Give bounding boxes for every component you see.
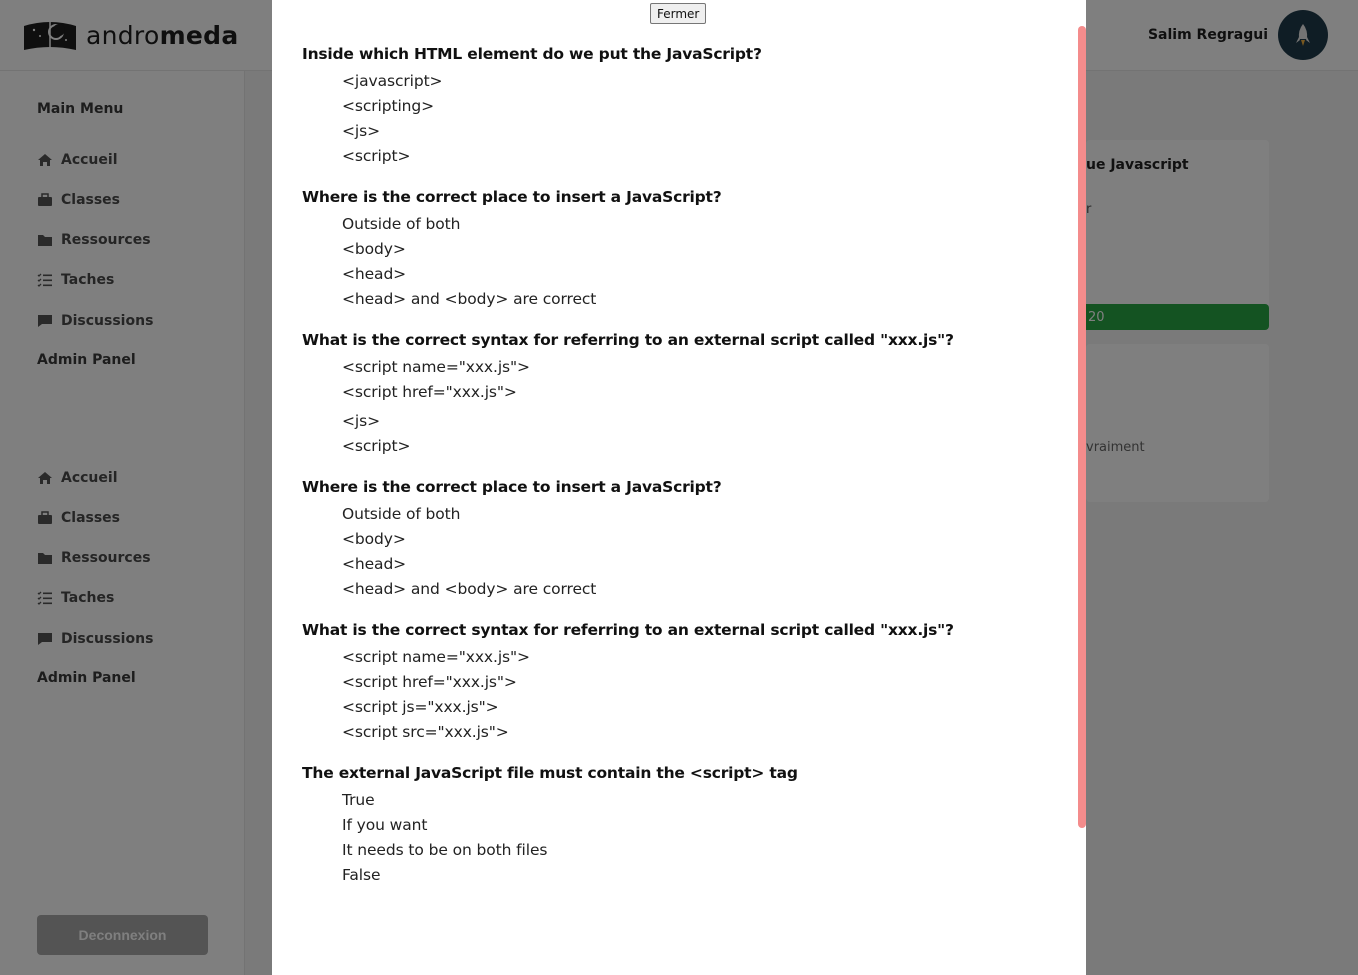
scrollbar-thumb[interactable] (1078, 26, 1086, 828)
question-text: Where is the correct place to insert a J… (302, 188, 722, 206)
answer-option[interactable]: <head> and <body> are correct (342, 289, 1062, 314)
answer-option[interactable]: <script name="xxx.js"> (342, 357, 1062, 382)
answer-option[interactable]: <scripting> (342, 96, 1062, 121)
quiz-question: The external JavaScript file must contai… (302, 763, 1062, 890)
answer-option[interactable]: <script src="xxx.js"> (342, 722, 1062, 747)
question-text: Inside which HTML element do we put the … (302, 45, 762, 63)
answer-list: Outside of both <body> <head> <head> and… (302, 504, 1062, 604)
answer-option[interactable]: <head> (342, 554, 1062, 579)
answer-option[interactable]: If you want (342, 815, 1062, 840)
answer-option[interactable]: True (342, 790, 1062, 815)
answer-list: <script name="xxx.js"> <script href="xxx… (302, 647, 1062, 747)
answer-option[interactable]: <script name="xxx.js"> (342, 647, 1062, 672)
answer-option[interactable]: <head> and <body> are correct (342, 579, 1062, 604)
question-text: What is the correct syntax for referring… (302, 621, 954, 639)
answer-option[interactable]: Outside of both (342, 504, 1062, 529)
quiz-question: Where is the correct place to insert a J… (302, 187, 1062, 314)
quiz-question: Inside which HTML element do we put the … (302, 44, 1062, 171)
answer-option[interactable]: <script href="xxx.js"> (342, 382, 1062, 411)
answer-list: True If you want It needs to be on both … (302, 790, 1062, 890)
answer-option[interactable]: <script> (342, 146, 1062, 171)
quiz-question: What is the correct syntax for referring… (302, 620, 1062, 747)
question-text: The external JavaScript file must contai… (302, 764, 798, 782)
answer-option[interactable]: <script> (342, 436, 1062, 461)
quiz-question: What is the correct syntax for referring… (302, 330, 1062, 461)
answer-option[interactable]: <script js="xxx.js"> (342, 697, 1062, 722)
answer-option[interactable]: <js> (342, 121, 1062, 146)
quiz-modal: Fermer Inside which HTML element do we p… (272, 0, 1086, 975)
answer-option[interactable]: <body> (342, 239, 1062, 264)
answer-option[interactable]: <js> (342, 411, 1062, 436)
answer-option[interactable]: <script href="xxx.js"> (342, 672, 1062, 697)
answer-option[interactable]: <javascript> (342, 71, 1062, 96)
answer-list: <script name="xxx.js"> <script href="xxx… (302, 357, 1062, 461)
answer-list: Outside of both <body> <head> <head> and… (302, 214, 1062, 314)
answer-option[interactable]: False (342, 865, 1062, 890)
question-text: What is the correct syntax for referring… (302, 331, 954, 349)
close-button[interactable]: Fermer (650, 3, 707, 24)
answer-option[interactable]: Outside of both (342, 214, 1062, 239)
answer-option[interactable]: <body> (342, 529, 1062, 554)
answer-option[interactable]: It needs to be on both files (342, 840, 1062, 865)
quiz-list: Inside which HTML element do we put the … (302, 44, 1062, 906)
answer-option[interactable]: <head> (342, 264, 1062, 289)
quiz-question: Where is the correct place to insert a J… (302, 477, 1062, 604)
question-text: Where is the correct place to insert a J… (302, 478, 722, 496)
answer-list: <javascript> <scripting> <js> <script> (302, 71, 1062, 171)
